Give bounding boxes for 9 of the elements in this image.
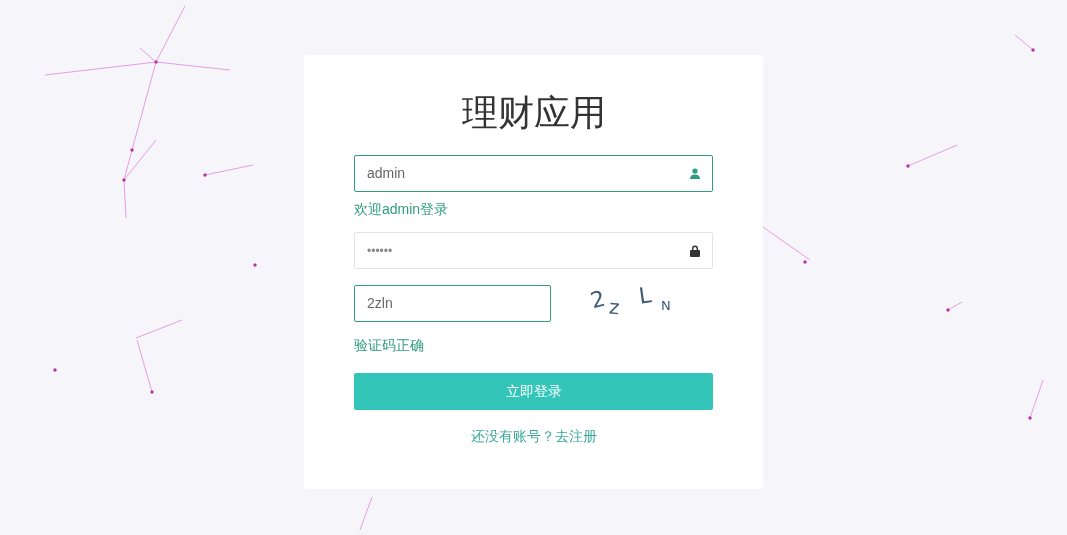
app-title: 理财应用 xyxy=(460,91,607,135)
validation-message: 验证码正确 xyxy=(354,336,425,354)
validation-message: 欢迎admin登录 xyxy=(354,200,450,218)
captcha-image[interactable]: 2 z L N xyxy=(589,285,679,322)
captcha-field[interactable]: 2zln xyxy=(354,285,551,322)
username-field[interactable]: admin xyxy=(354,155,713,192)
user-icon xyxy=(690,168,700,179)
lock-icon xyxy=(690,244,700,257)
password-field[interactable]: •••••• xyxy=(354,232,713,269)
